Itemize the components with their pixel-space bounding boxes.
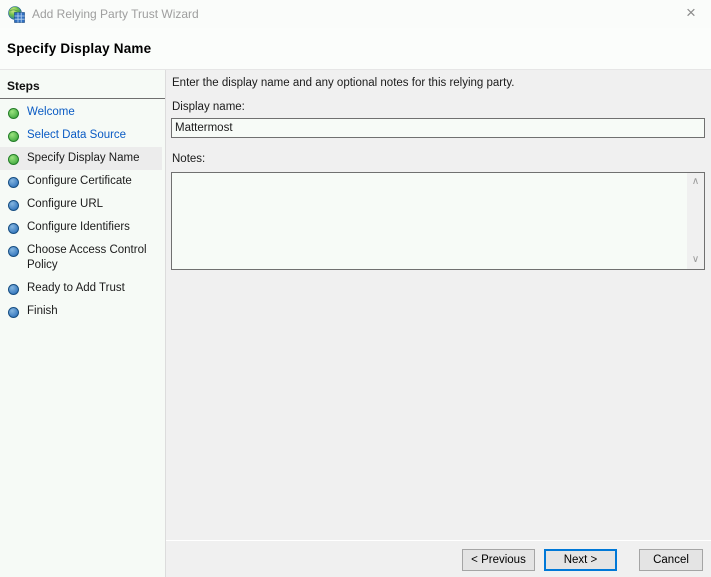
step-item-choose-access-control-policy[interactable]: Choose Access Control Policy	[0, 239, 162, 277]
step-item-configure-url[interactable]: Configure URL	[0, 193, 162, 216]
step-bullet-icon	[8, 200, 19, 211]
step-bullet-icon	[8, 284, 19, 295]
step-label: Specify Display Name	[27, 151, 139, 166]
step-item-select-data-source[interactable]: Select Data Source	[0, 124, 162, 147]
steps-sidebar: Steps Welcome Select Data Source Specify…	[0, 70, 166, 577]
next-button[interactable]: Next >	[544, 549, 617, 571]
adfs-wizard-globe-icon	[8, 6, 25, 23]
step-item-finish[interactable]: Finish	[0, 300, 162, 323]
display-name-label: Display name:	[172, 101, 245, 113]
main-panel: Enter the display name and any optional …	[166, 70, 711, 577]
step-bullet-icon	[8, 154, 19, 165]
step-item-configure-identifiers[interactable]: Configure Identifiers	[0, 216, 162, 239]
step-label: Welcome	[27, 105, 75, 120]
steps-heading: Steps	[0, 70, 165, 99]
step-bullet-icon	[8, 177, 19, 188]
step-item-ready-to-add-trust[interactable]: Ready to Add Trust	[0, 277, 162, 300]
notes-scrollbar[interactable]: ∧ ∨	[687, 173, 704, 269]
step-label: Ready to Add Trust	[27, 281, 125, 296]
step-label: Finish	[27, 304, 58, 319]
footer-button-bar: < Previous Next > Cancel	[166, 541, 711, 577]
close-icon[interactable]: ×	[680, 2, 702, 24]
cancel-button[interactable]: Cancel	[639, 549, 703, 571]
header-band: Specify Display Name	[0, 28, 711, 70]
notes-label: Notes:	[172, 153, 205, 165]
scroll-down-icon[interactable]: ∨	[687, 253, 704, 267]
step-bullet-icon	[8, 307, 19, 318]
window-title: Add Relying Party Trust Wizard	[32, 7, 199, 21]
step-label: Configure Certificate	[27, 174, 132, 189]
scroll-up-icon[interactable]: ∧	[687, 175, 704, 189]
step-item-configure-certificate[interactable]: Configure Certificate	[0, 170, 162, 193]
display-name-input[interactable]	[171, 118, 705, 138]
steps-list: Welcome Select Data Source Specify Displ…	[0, 99, 165, 323]
instruction-text: Enter the display name and any optional …	[172, 77, 514, 89]
wizard-window: Add Relying Party Trust Wizard × Specify…	[0, 0, 711, 577]
step-bullet-icon	[8, 131, 19, 142]
step-label: Configure URL	[27, 197, 103, 212]
step-item-specify-display-name[interactable]: Specify Display Name	[0, 147, 162, 170]
step-label: Configure Identifiers	[27, 220, 130, 235]
page-title: Specify Display Name	[7, 41, 151, 56]
notes-textarea[interactable]	[172, 173, 686, 269]
step-bullet-icon	[8, 246, 19, 257]
step-item-welcome[interactable]: Welcome	[0, 101, 162, 124]
title-bar: Add Relying Party Trust Wizard ×	[0, 0, 711, 28]
step-bullet-icon	[8, 223, 19, 234]
notes-field-frame: ∧ ∨	[171, 172, 705, 270]
previous-button[interactable]: < Previous	[462, 549, 535, 571]
step-bullet-icon	[8, 108, 19, 119]
step-label: Select Data Source	[27, 128, 126, 143]
step-label: Choose Access Control Policy	[27, 243, 158, 273]
